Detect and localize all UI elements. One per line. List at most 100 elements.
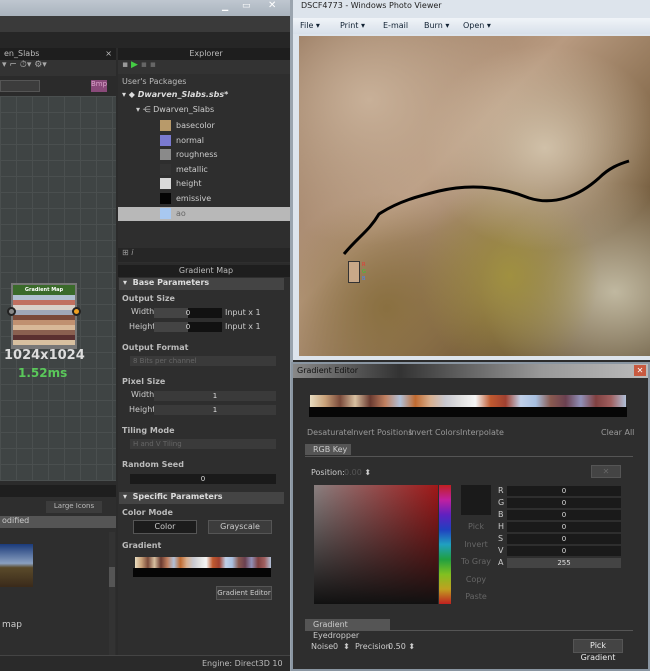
output-thumbnail-icon [160, 163, 171, 175]
output-item-basecolor[interactable]: basecolor [160, 119, 290, 133]
library-scrollbar[interactable] [109, 532, 115, 657]
gradient-keys[interactable] [133, 568, 271, 577]
output-item-emissive[interactable]: emissive [160, 192, 290, 206]
output-width-field[interactable]: 0 [154, 308, 222, 318]
minimize-button[interactable]: ▁ [222, 2, 236, 12]
noise-field[interactable]: 0 ⬍ [333, 642, 350, 651]
menu-open[interactable]: Open ▾ [463, 21, 491, 30]
channel-field-s[interactable]: 0 [507, 534, 621, 544]
view-mode-select[interactable]: Large Icons [46, 501, 102, 513]
menu-bar [0, 16, 290, 32]
sample-r: R [362, 262, 366, 268]
output-item-metallic[interactable]: metallic [160, 163, 290, 177]
color-swatch [461, 485, 491, 515]
precision-field[interactable]: 0.50 ⬍ [388, 642, 415, 651]
output-height-field[interactable]: 0 [154, 322, 222, 332]
explorer-footer: ⊞ i [118, 248, 290, 262]
pick-gradient-button[interactable]: Pick Gradient [573, 639, 623, 662]
gradient-map-node[interactable]: Gradient Map [7, 283, 81, 349]
color-button[interactable]: Color [133, 520, 197, 534]
viewer-menu: File ▾ Print ▾ E-mail Burn ▾ Open ▾ [293, 18, 650, 34]
editor-title: Gradient Editor [297, 366, 359, 375]
viewer-title: DSCF4773 - Windows Photo Viewer [301, 1, 442, 10]
delete-key-button[interactable]: ✕ [591, 465, 621, 478]
graph-select[interactable] [0, 80, 40, 92]
graph-item[interactable]: ▾ ⋲ Dwarven_Slabs [136, 105, 214, 114]
interpolate-button[interactable]: Interpolate [460, 428, 504, 437]
timer-icon[interactable]: ⏱ [20, 60, 27, 70]
desaturate-button[interactable]: Desaturate [307, 428, 352, 437]
position-field[interactable]: 0.00 ⬍ [344, 468, 371, 477]
menu-file[interactable]: File ▾ [300, 21, 320, 30]
hue-slider[interactable] [439, 485, 451, 604]
pick-button[interactable]: Pick [459, 522, 493, 531]
to-gray-button[interactable]: To Gray [459, 557, 493, 566]
editor-close-button[interactable]: ✕ [634, 365, 646, 376]
editor-gradient-bar[interactable] [310, 395, 626, 407]
graph-label: Dwarven_Slabs [153, 105, 215, 114]
gradient-eyedropper-tab[interactable]: Gradient Eyedropper [305, 619, 390, 640]
invert-positions-button[interactable]: Invert Positions [351, 428, 412, 437]
menu-print[interactable]: Print ▾ [340, 21, 365, 30]
rgb-key-tab[interactable]: RGB Key [305, 444, 351, 455]
output-label: basecolor [176, 121, 215, 130]
tiling-mode-select[interactable]: H and V Tiling [130, 439, 276, 449]
explorer-toolbar: ▪ ▶ ▪ ▪ [118, 60, 290, 74]
channel-field-r[interactable]: 0 [507, 486, 621, 496]
output-label: normal [176, 135, 205, 145]
tiling-mode-label: Tiling Mode [122, 426, 175, 435]
gradient-preview[interactable] [135, 557, 271, 568]
gear-icon[interactable]: ⚙ [34, 60, 42, 70]
node-output-port[interactable] [72, 307, 81, 316]
toolbar-strip [0, 32, 290, 48]
gradient-editor-button[interactable]: Gradient Editor [216, 586, 272, 600]
saturation-value-picker[interactable] [314, 485, 438, 604]
editor-gradient-keys[interactable] [309, 407, 627, 417]
channel-field-g[interactable]: 0 [507, 498, 621, 508]
save-icon[interactable]: ▪ [122, 60, 128, 70]
output-format-label: Output Format [122, 343, 189, 352]
pixel-width-label: Width [131, 390, 155, 399]
random-seed-field[interactable]: 0 [130, 474, 276, 484]
package-item[interactable]: ▾ ◆ Dwarven_Slabs.sbs* [122, 90, 228, 99]
params-title: Gradient Map [178, 266, 234, 275]
output-format-select[interactable]: 8 Bits per channel [130, 356, 276, 366]
graph-tag[interactable]: Bmp [91, 80, 107, 92]
output-item-roughness[interactable]: roughness [160, 148, 290, 162]
library-column-header[interactable]: odified [0, 516, 116, 528]
sample-b: B [362, 276, 366, 282]
pixel-width-field[interactable]: 1 [154, 391, 276, 401]
copy-button[interactable]: Copy [459, 575, 493, 584]
output-thumbnail-icon [160, 193, 171, 204]
position-label: Position: [311, 468, 345, 477]
environment-thumbnail[interactable] [0, 544, 33, 587]
output-item-ao[interactable]: ao [118, 206, 290, 221]
node-input-port[interactable] [7, 307, 16, 316]
channel-field-a[interactable]: 255 [507, 558, 621, 568]
invert-colors-button[interactable]: Invert Colors [409, 428, 460, 437]
invert-button[interactable]: Invert [459, 540, 493, 549]
menu-burn[interactable]: Burn ▾ [424, 21, 449, 30]
panel-close-icon[interactable]: × [105, 48, 112, 60]
output-thumbnail-icon [160, 134, 171, 146]
graph-canvas[interactable]: Gradient Map 1024x1024 1.52ms [0, 96, 116, 481]
paste-button[interactable]: Paste [459, 592, 493, 601]
pixel-height-field[interactable]: 1 [154, 405, 276, 415]
output-item-height[interactable]: height [160, 177, 290, 191]
library-item-label: map [2, 620, 22, 630]
close-button[interactable]: ✕ [268, 0, 276, 11]
specific-parameters-section[interactable]: ▾ Specific Parameters [119, 492, 284, 504]
maximize-button[interactable]: ▭ [242, 1, 251, 11]
channel-field-v[interactable]: 0 [507, 546, 621, 556]
channel-field-h[interactable]: 0 [507, 522, 621, 532]
precision-label: Precision [355, 642, 391, 651]
menu-email[interactable]: E-mail [383, 21, 408, 30]
grayscale-button[interactable]: Grayscale [208, 520, 272, 534]
photo-image[interactable]: R G B [299, 36, 650, 356]
play-icon[interactable]: ▶ [131, 60, 138, 70]
channel-field-b[interactable]: 0 [507, 510, 621, 520]
clear-all-button[interactable]: Clear All [601, 428, 634, 437]
output-item-normal[interactable]: normal [160, 134, 290, 148]
height-input-mult: Input x 1 [225, 322, 261, 331]
base-parameters-section[interactable]: ▾ Base Parameters [119, 278, 284, 290]
